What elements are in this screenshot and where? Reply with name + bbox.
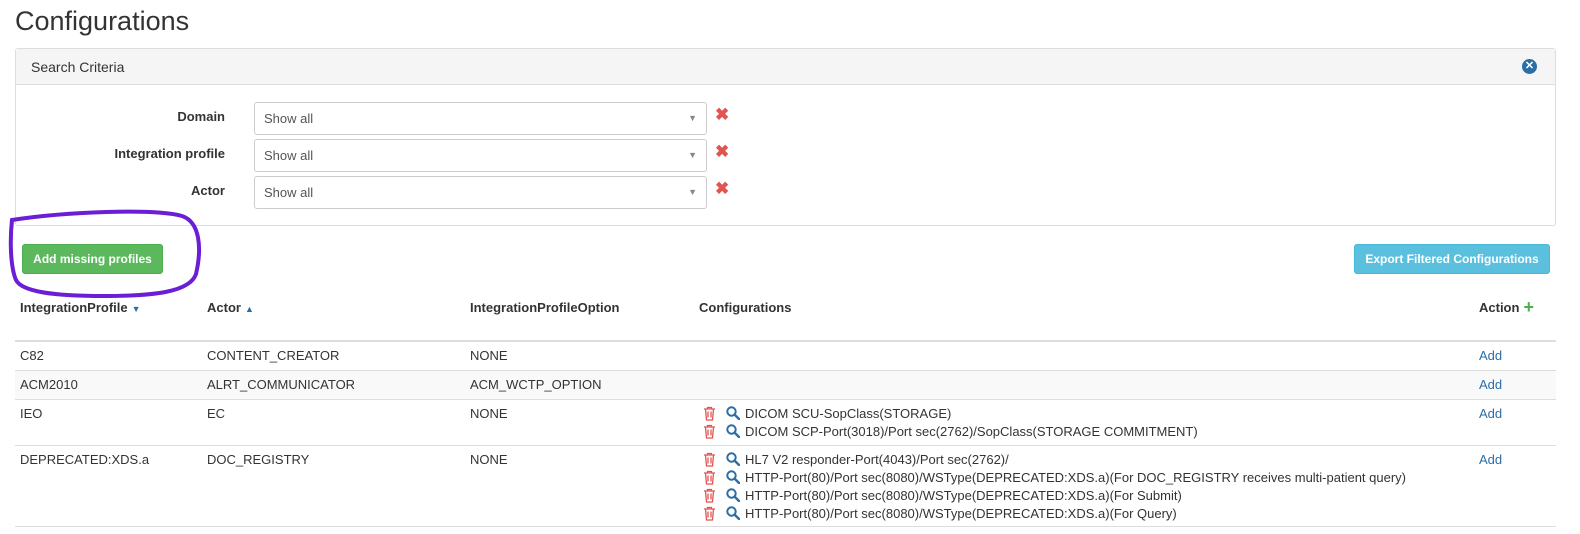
column-header-action-label: Action xyxy=(1479,300,1520,315)
plus-icon[interactable]: + xyxy=(1523,298,1534,316)
configuration-item: HL7 V2 responder-Port(4043)/Port sec(276… xyxy=(703,450,1406,468)
cell-option: NONE xyxy=(470,452,508,467)
add-link[interactable]: Add xyxy=(1479,406,1502,421)
trash-icon[interactable] xyxy=(703,488,716,503)
filter-label-domain: Domain xyxy=(177,108,225,124)
magnifier-icon[interactable] xyxy=(726,406,740,420)
magnifier-icon[interactable] xyxy=(726,506,740,520)
column-header-integration-profile[interactable]: IntegrationProfile ▼ xyxy=(20,300,141,315)
configuration-text: DICOM SCP-Port(3018)/Port sec(2762)/SopC… xyxy=(745,423,1198,439)
filter-label-actor: Actor xyxy=(191,182,225,198)
trash-icon[interactable] xyxy=(703,406,716,421)
table-bottom-border xyxy=(15,526,1556,527)
cell-option: NONE xyxy=(470,348,508,363)
configuration-item: HTTP-Port(80)/Port sec(8080)/WSType(DEPR… xyxy=(703,486,1406,504)
add-missing-profiles-button[interactable]: Add missing profiles xyxy=(22,244,163,274)
table-row: C82 CONTENT_CREATOR NONE Add xyxy=(15,340,1556,370)
table-row: ACM2010 ALRT_COMMUNICATOR ACM_WCTP_OPTIO… xyxy=(15,370,1556,399)
magnifier-icon[interactable] xyxy=(726,488,740,502)
trash-icon[interactable] xyxy=(703,506,716,521)
filter-integration-profile: Integration profile Show all ▼ ✖ xyxy=(16,138,776,172)
cell-actor: DOC_REGISTRY xyxy=(207,452,310,467)
clear-domain-icon[interactable]: ✖ xyxy=(715,105,729,125)
search-criteria-panel: Search Criteria ✕ Domain Show all ▼ ✖ In… xyxy=(15,48,1556,226)
sort-desc-icon[interactable]: ▼ xyxy=(132,304,141,314)
actor-select-value: Show all xyxy=(264,184,314,200)
magnifier-icon[interactable] xyxy=(726,470,740,484)
table-row: DEPRECATED:XDS.a DOC_REGISTRY NONE HL7 V… xyxy=(15,445,1556,526)
configuration-item: DICOM SCP-Port(3018)/Port sec(2762)/SopC… xyxy=(703,422,1198,440)
trash-icon[interactable] xyxy=(703,470,716,485)
cell-profile: C82 xyxy=(20,348,44,363)
column-header-configurations: Configurations xyxy=(699,300,792,315)
integration-profile-select[interactable]: Show all ▼ xyxy=(254,138,707,172)
magnifier-icon[interactable] xyxy=(726,452,740,466)
sort-icon[interactable]: ▲ xyxy=(245,304,254,314)
close-circle-icon[interactable]: ✕ xyxy=(1522,59,1537,74)
table-row: IEO EC NONE DICOM SCU-SopClass(STORAGE) … xyxy=(15,399,1556,445)
column-header-actor[interactable]: Actor ▲ xyxy=(207,300,254,315)
configuration-item: DICOM SCU-SopClass(STORAGE) xyxy=(703,404,1198,422)
search-criteria-header[interactable]: Search Criteria ✕ xyxy=(16,49,1555,85)
cell-configurations: DICOM SCU-SopClass(STORAGE) DICOM SCP-Po… xyxy=(703,404,1198,440)
configuration-text: DICOM SCU-SopClass(STORAGE) xyxy=(745,405,952,421)
column-header-option: IntegrationProfileOption xyxy=(470,300,620,315)
configuration-text: HTTP-Port(80)/Port sec(8080)/WSType(DEPR… xyxy=(745,487,1182,503)
clear-actor-icon[interactable]: ✖ xyxy=(715,179,729,199)
trash-icon[interactable] xyxy=(703,452,716,467)
cell-profile: IEO xyxy=(20,406,43,421)
add-link[interactable]: Add xyxy=(1479,348,1502,363)
column-header-actor-label: Actor xyxy=(207,300,241,315)
caret-down-icon: ▼ xyxy=(688,113,697,123)
column-header-integration-profile-label: IntegrationProfile xyxy=(20,300,128,315)
filter-label-integration-profile: Integration profile xyxy=(114,145,226,161)
configuration-text: HTTP-Port(80)/Port sec(8080)/WSType(DEPR… xyxy=(745,469,1407,485)
cell-option: NONE xyxy=(470,406,508,421)
configuration-item: HTTP-Port(80)/Port sec(8080)/WSType(DEPR… xyxy=(703,504,1406,522)
magnifier-icon[interactable] xyxy=(726,424,740,438)
column-header-action: Action + xyxy=(1479,298,1534,316)
integration-profile-select-value: Show all xyxy=(264,147,314,163)
cell-configurations: HL7 V2 responder-Port(4043)/Port sec(276… xyxy=(703,450,1406,522)
cell-actor: ALRT_COMMUNICATOR xyxy=(207,377,356,392)
domain-select[interactable]: Show all ▼ xyxy=(254,101,707,135)
add-link[interactable]: Add xyxy=(1479,452,1502,467)
caret-down-icon: ▼ xyxy=(688,150,697,160)
trash-icon[interactable] xyxy=(703,424,716,439)
search-criteria-title: Search Criteria xyxy=(31,58,125,75)
actor-select[interactable]: Show all ▼ xyxy=(254,175,707,209)
configuration-text: HL7 V2 responder-Port(4043)/Port sec(276… xyxy=(745,451,1009,467)
configuration-item: HTTP-Port(80)/Port sec(8080)/WSType(DEPR… xyxy=(703,468,1406,486)
cell-option: ACM_WCTP_OPTION xyxy=(470,377,602,392)
configuration-text: HTTP-Port(80)/Port sec(8080)/WSType(DEPR… xyxy=(745,505,1177,521)
add-link[interactable]: Add xyxy=(1479,377,1502,392)
clear-integration-profile-icon[interactable]: ✖ xyxy=(715,142,729,162)
caret-down-icon: ▼ xyxy=(688,187,697,197)
domain-select-value: Show all xyxy=(264,110,314,126)
export-filtered-configurations-button[interactable]: Export Filtered Configurations xyxy=(1354,244,1550,274)
page-title: Configurations xyxy=(15,6,190,36)
cell-actor: CONTENT_CREATOR xyxy=(207,348,340,363)
filter-domain: Domain Show all ▼ ✖ xyxy=(16,101,776,135)
cell-profile: ACM2010 xyxy=(20,377,78,392)
cell-actor: EC xyxy=(207,406,226,421)
cell-profile: DEPRECATED:XDS.a xyxy=(20,452,150,467)
filter-actor: Actor Show all ▼ ✖ xyxy=(16,175,776,209)
